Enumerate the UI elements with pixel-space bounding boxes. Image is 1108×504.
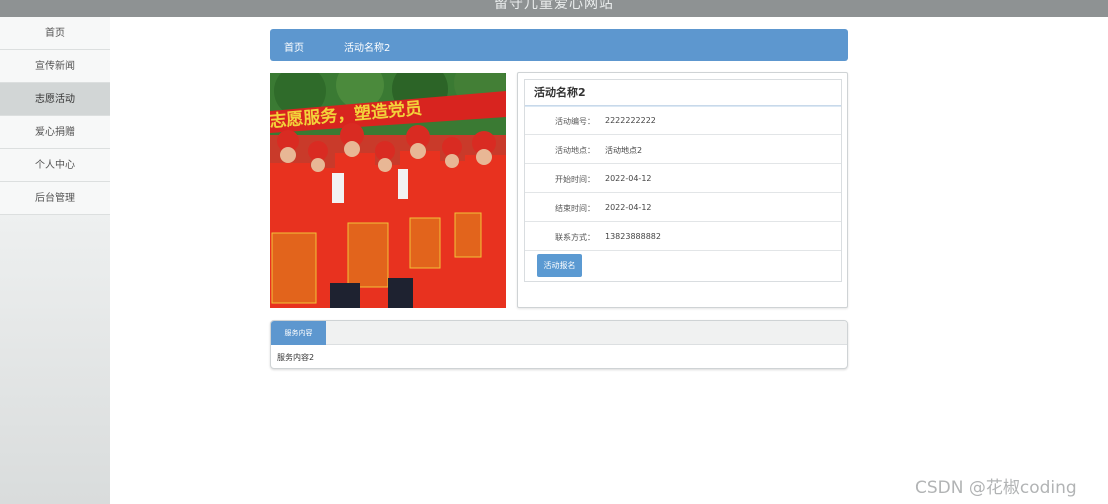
tab-service-content[interactable]: 服务内容 bbox=[271, 321, 326, 345]
sidebar-item-admin[interactable]: 后台管理 bbox=[0, 182, 110, 215]
sidebar-item-volunteer[interactable]: 志愿活动 bbox=[0, 83, 110, 116]
info-value: 2222222222 bbox=[605, 116, 656, 125]
activity-signup-button[interactable]: 活动报名 bbox=[537, 254, 582, 277]
breadcrumb-current: 活动名称2 bbox=[344, 43, 391, 54]
info-label: 开始时间： bbox=[555, 175, 595, 184]
activity-title: 活动名称2 bbox=[525, 80, 841, 106]
sidebar-item-donation[interactable]: 爱心捐赠 bbox=[0, 116, 110, 149]
info-value: 2022-04-12 bbox=[605, 174, 652, 183]
info-value: 13823888882 bbox=[605, 232, 661, 241]
activity-info-panel: 活动名称2 活动编号： 2222222222 活动地点： 活动地点2 开始时间：… bbox=[517, 72, 848, 308]
info-row-id: 活动编号： 2222222222 bbox=[525, 106, 841, 135]
service-content-panel: 服务内容 服务内容2 bbox=[270, 320, 848, 369]
info-label: 活动地点： bbox=[555, 146, 595, 155]
info-label: 联系方式： bbox=[555, 233, 595, 242]
activity-photo: 志愿服务，塑造党员 bbox=[270, 73, 506, 308]
info-row-end-time: 结束时间： 2022-04-12 bbox=[525, 193, 841, 222]
info-footer: 活动报名 bbox=[525, 251, 841, 281]
sidebar-item-news[interactable]: 宣传新闻 bbox=[0, 50, 110, 83]
csdn-watermark: CSDN @花椒coding bbox=[915, 478, 1077, 498]
info-row-contact: 联系方式： 13823888882 bbox=[525, 222, 841, 251]
sidebar-item-profile[interactable]: 个人中心 bbox=[0, 149, 110, 182]
activity-info-card: 活动名称2 活动编号： 2222222222 活动地点： 活动地点2 开始时间：… bbox=[524, 79, 842, 282]
service-content-text: 服务内容2 bbox=[277, 353, 315, 362]
info-value: 2022-04-12 bbox=[605, 203, 652, 212]
site-title: 留守儿童爱心网站 bbox=[494, 0, 614, 12]
sidebar: 首页 宣传新闻 志愿活动 爱心捐赠 个人中心 后台管理 bbox=[0, 17, 110, 504]
info-row-location: 活动地点： 活动地点2 bbox=[525, 135, 841, 164]
info-row-start-time: 开始时间： 2022-04-12 bbox=[525, 164, 841, 193]
content-tabbar: 服务内容 bbox=[271, 321, 847, 345]
info-label: 结束时间： bbox=[555, 204, 595, 213]
top-header: 留守儿童爱心网站 bbox=[0, 0, 1108, 17]
breadcrumb-home-link[interactable]: 首页 bbox=[284, 39, 304, 54]
info-label: 活动编号： bbox=[555, 117, 595, 126]
sidebar-item-home[interactable]: 首页 bbox=[0, 17, 110, 50]
info-value: 活动地点2 bbox=[605, 146, 643, 155]
breadcrumb: 首页 活动名称2 bbox=[270, 29, 848, 61]
